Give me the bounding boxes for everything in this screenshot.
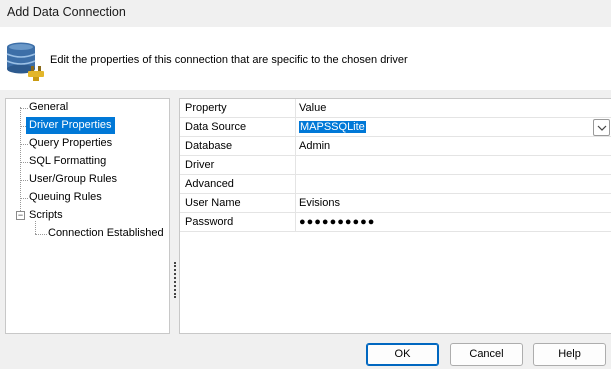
- grid-row-password[interactable]: Password ●●●●●●●●●●: [180, 213, 611, 232]
- data-source-value[interactable]: MAPSSQLite: [299, 121, 366, 133]
- tree-item-label: User/Group Rules: [29, 173, 118, 185]
- tree-item-label: Queuing Rules: [29, 191, 102, 203]
- property-column-header: Property: [185, 102, 227, 114]
- grid-row-database[interactable]: Database Admin: [180, 137, 611, 156]
- property-name: Data Source: [185, 121, 247, 133]
- tree-item-sql-formatting[interactable]: SQL Formatting: [26, 153, 109, 170]
- window-title: Add Data Connection: [7, 5, 126, 19]
- tree-item-query-properties[interactable]: Query Properties: [26, 135, 115, 152]
- property-name: Advanced: [185, 178, 234, 190]
- password-value[interactable]: ●●●●●●●●●●: [299, 216, 375, 228]
- property-name: Password: [185, 216, 234, 228]
- tree-item-label: Scripts: [29, 209, 63, 221]
- tree-item-queuing-rules[interactable]: Queuing Rules: [26, 189, 105, 206]
- property-name: User Name: [185, 197, 241, 209]
- grid-row-driver[interactable]: Driver: [180, 156, 611, 175]
- value-column-header: Value: [299, 102, 327, 114]
- tree-item-label: SQL Formatting: [29, 155, 107, 167]
- settings-tree: General Driver Properties Query Properti…: [5, 98, 170, 334]
- tree-item-connection-established[interactable]: Connection Established: [45, 225, 167, 242]
- tree-item-driver-properties[interactable]: Driver Properties: [26, 117, 115, 134]
- database-plug-icon: [6, 42, 44, 81]
- database-value[interactable]: Admin: [299, 140, 330, 152]
- help-button[interactable]: Help: [533, 343, 606, 366]
- header-description: Edit the properties of this connection t…: [50, 54, 408, 66]
- chevron-down-icon: [597, 125, 607, 131]
- collapse-icon[interactable]: −: [16, 211, 25, 220]
- tree-item-label: Driver Properties: [26, 117, 115, 134]
- tree-item-label: Query Properties: [29, 137, 113, 149]
- tree-item-label: Connection Established: [48, 227, 164, 239]
- property-name: Database: [185, 140, 233, 152]
- tree-item-general[interactable]: General: [26, 99, 71, 116]
- tree-item-label: General: [29, 101, 69, 113]
- tree-item-scripts[interactable]: Scripts: [26, 207, 66, 224]
- grid-row-data-source[interactable]: Data Source MAPSSQLite: [180, 118, 611, 137]
- cancel-button[interactable]: Cancel: [450, 343, 523, 366]
- grid-row-advanced[interactable]: Advanced: [180, 175, 611, 194]
- grid-header-row: Property Value: [180, 99, 611, 118]
- property-grid: Property Value Data Source MAPSSQLite Da…: [179, 98, 611, 334]
- tree-item-user-group-rules[interactable]: User/Group Rules: [26, 171, 120, 188]
- property-name: Driver: [185, 159, 215, 171]
- user-name-value[interactable]: Evisions: [299, 197, 340, 209]
- panel-splitter[interactable]: [174, 262, 176, 298]
- header-banner: Edit the properties of this connection t…: [0, 27, 611, 90]
- title-bar: Add Data Connection: [0, 0, 611, 27]
- data-source-dropdown-button[interactable]: [593, 119, 610, 136]
- grid-row-user-name[interactable]: User Name Evisions: [180, 194, 611, 213]
- ok-button[interactable]: OK: [366, 343, 439, 366]
